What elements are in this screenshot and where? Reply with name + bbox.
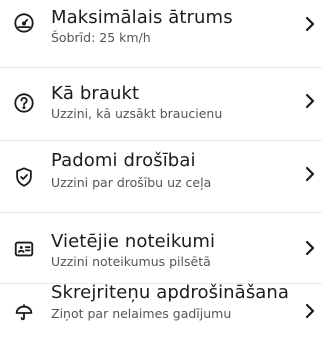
speedometer-icon: [13, 12, 35, 34]
menu-item-title: Maksimālais ātrums: [51, 7, 233, 28]
menu-item-how-to-ride[interactable]: Kā braukt Uzzini, kā uzsākt braucienu: [0, 74, 322, 134]
menu-item-subtitle: Uzzini noteikumus pilsētā: [51, 254, 211, 269]
menu-item-scooter-insurance[interactable]: Skrejriteņu apdrošināšana Ziņot par nela…: [0, 282, 322, 344]
menu-item-safety-tips[interactable]: Padomi drošībai Uzzini par drošību uz ce…: [0, 141, 322, 201]
divider: [0, 67, 322, 68]
menu-item-title: Kā braukt: [51, 83, 140, 104]
help-circle-icon: [13, 92, 35, 114]
menu-item-subtitle: Uzzini par drošību uz ceļa: [51, 175, 212, 190]
chevron-right-icon: [304, 303, 316, 319]
menu-item-max-speed[interactable]: Maksimālais ātrums Šobrīd: 25 km/h: [0, 0, 322, 60]
chevron-right-icon: [304, 16, 316, 32]
menu-item-subtitle: Uzzini, kā uzsākt braucienu: [51, 106, 223, 121]
safety-info-menu: Maksimālais ātrums Šobrīd: 25 km/h Kā br…: [0, 0, 322, 345]
menu-item-title: Skrejriteņu apdrošināšana: [51, 282, 290, 303]
menu-item-title: Vietējie noteikumi: [51, 231, 216, 252]
menu-item-local-rules[interactable]: Vietējie noteikumi Uzzini noteikumus pil…: [0, 213, 322, 273]
shield-check-icon: [13, 166, 35, 188]
chevron-right-icon: [304, 240, 316, 256]
menu-item-subtitle: Ziņot par nelaimes gadījumu: [51, 306, 232, 321]
menu-item-title: Padomi drošībai: [51, 150, 196, 171]
chevron-right-icon: [304, 166, 316, 182]
id-card-icon: [13, 238, 35, 260]
chevron-right-icon: [304, 93, 316, 109]
umbrella-icon: [13, 302, 35, 324]
menu-item-subtitle: Šobrīd: 25 km/h: [51, 30, 151, 45]
